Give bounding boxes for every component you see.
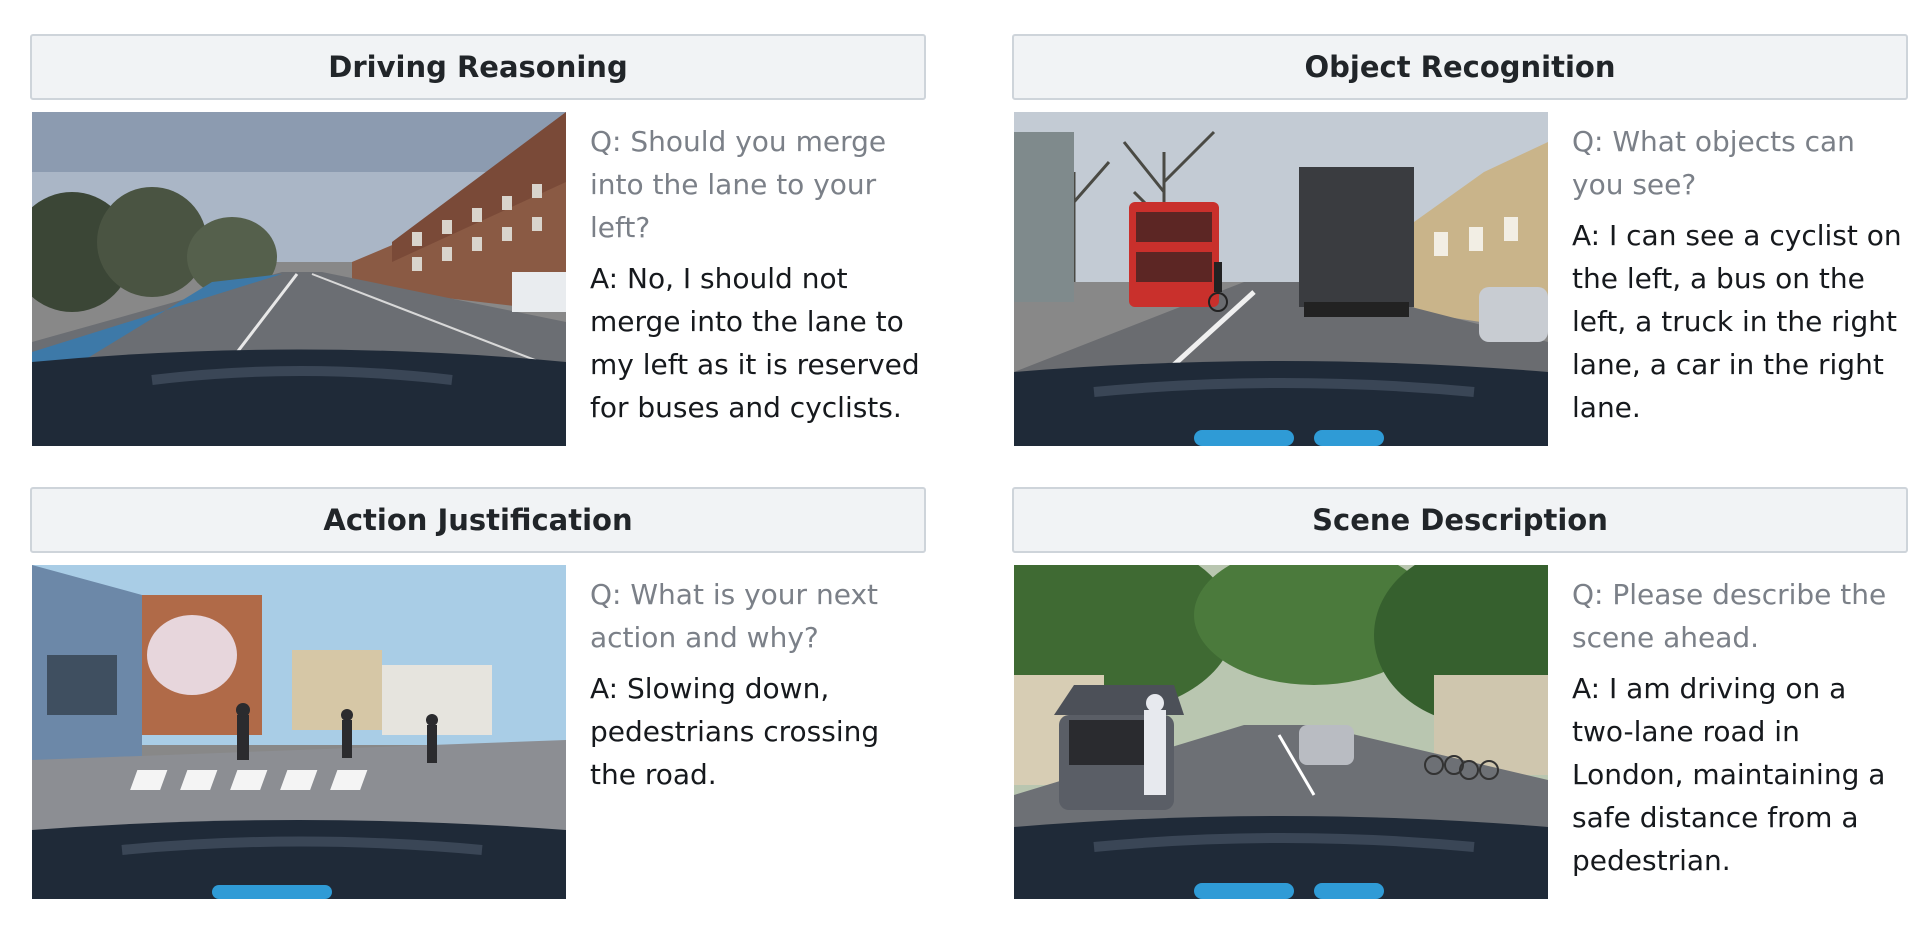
- question-text: Q: Should you merge into the lane to you…: [590, 125, 887, 244]
- question-text: Q: Please describe the scene ahead.: [1572, 578, 1887, 654]
- street-scene-graphic: [32, 112, 566, 446]
- panel-header: Scene Description: [1012, 487, 1908, 553]
- panel-title: Driving Reasoning: [328, 50, 628, 84]
- panel-title: Object Recognition: [1304, 50, 1616, 84]
- dashcam-image: [32, 112, 566, 446]
- street-scene-graphic: [1014, 112, 1548, 446]
- answer-text: A: Slowing down, pedestrians crossing th…: [590, 672, 880, 791]
- qa-block: Q: Should you merge into the lane to you…: [590, 120, 926, 437]
- panel-title: Scene Description: [1312, 503, 1608, 537]
- dashcam-image: [1014, 565, 1548, 899]
- dashcam-image: [32, 565, 566, 899]
- panel-header: Driving Reasoning: [30, 34, 926, 100]
- qa-block: Q: What is your next action and why? A: …: [590, 573, 926, 804]
- answer-text: A: I can see a cyclist on the left, a bu…: [1572, 219, 1902, 424]
- panel-header: Action Justification: [30, 487, 926, 553]
- question-text: Q: What is your next action and why?: [590, 578, 878, 654]
- street-scene-graphic: [32, 565, 566, 899]
- panel-header: Object Recognition: [1012, 34, 1908, 100]
- question-text: Q: What objects can you see?: [1572, 125, 1855, 201]
- answer-text: A: No, I should not merge into the lane …: [590, 262, 920, 424]
- dashcam-image: [1014, 112, 1548, 446]
- qa-block: Q: What objects can you see? A: I can se…: [1572, 120, 1908, 437]
- street-scene-graphic: [1014, 565, 1548, 899]
- answer-text: A: I am driving on a two-lane road in Lo…: [1572, 672, 1886, 877]
- panel-title: Action Justification: [323, 503, 633, 537]
- qa-block: Q: Please describe the scene ahead. A: I…: [1572, 573, 1908, 890]
